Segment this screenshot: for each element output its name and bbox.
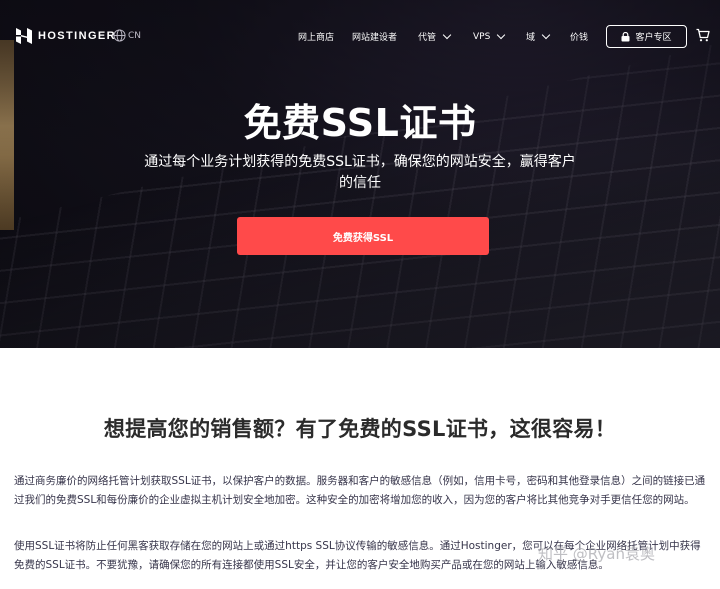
hero-subtitle: 通过每个业务计划获得的免费SSL证书，确保您的网站安全，赢得客户的信任 [144, 154, 576, 191]
page-title: 免费SSL证书 [243, 101, 477, 145]
menu-item-online-store[interactable]: 网上商店 [298, 30, 350, 43]
menu-item-label: 网站建设者 [352, 33, 398, 43]
menu-item-website-builder[interactable]: 网站建设者 [352, 30, 418, 43]
logo-wordmark: HOSTINGER [38, 30, 116, 42]
menu-item-hosting[interactable]: 代管 [418, 30, 473, 43]
menu-item-domain[interactable]: 域 [526, 30, 570, 43]
customer-area-label: 客户专区 [635, 33, 672, 43]
get-free-ssl-button[interactable]: 免费获得SSL [237, 217, 489, 255]
chevron-down-icon [442, 30, 452, 40]
menu-item-label: VPS [473, 31, 491, 42]
top-navigation: HOSTINGER CN 网上商店 网站建设者 代管 VPS 域 价钱 客户专区 [0, 0, 720, 72]
watermark: 知乎 @Ryan袁奥 [538, 545, 655, 563]
hostinger-logo-icon [16, 28, 32, 44]
menu-item-pricing[interactable]: 价钱 [570, 30, 600, 43]
globe-icon [113, 29, 126, 42]
body-paragraph: 通过商务廉价的网络托管计划获取SSL证书，以保护客户的数据。服务器和客户的敏感信… [14, 475, 706, 506]
language-code: CN [128, 30, 142, 41]
main-menu: 网上商店 网站建设者 代管 VPS 域 价钱 [298, 30, 600, 43]
hostinger-logo[interactable]: HOSTINGER [16, 28, 116, 44]
menu-item-vps[interactable]: VPS [473, 30, 526, 42]
shopping-cart-icon[interactable] [696, 28, 710, 42]
chevron-down-icon [497, 30, 506, 40]
section-heading: 想提高您的销售额？有了免费的SSL证书，这很容易！ [103, 417, 617, 441]
language-selector[interactable]: CN [113, 29, 141, 42]
lock-icon [621, 31, 630, 41]
menu-item-label: 网上商店 [298, 33, 335, 43]
menu-item-label: 价钱 [570, 33, 589, 43]
customer-area-button[interactable]: 客户专区 [606, 25, 687, 48]
chevron-down-icon [541, 30, 551, 40]
menu-item-label: 代管 [418, 33, 437, 43]
menu-item-label: 域 [526, 33, 536, 43]
hero-banner: HOSTINGER CN 网上商店 网站建设者 代管 VPS 域 价钱 客户专区… [0, 0, 720, 348]
